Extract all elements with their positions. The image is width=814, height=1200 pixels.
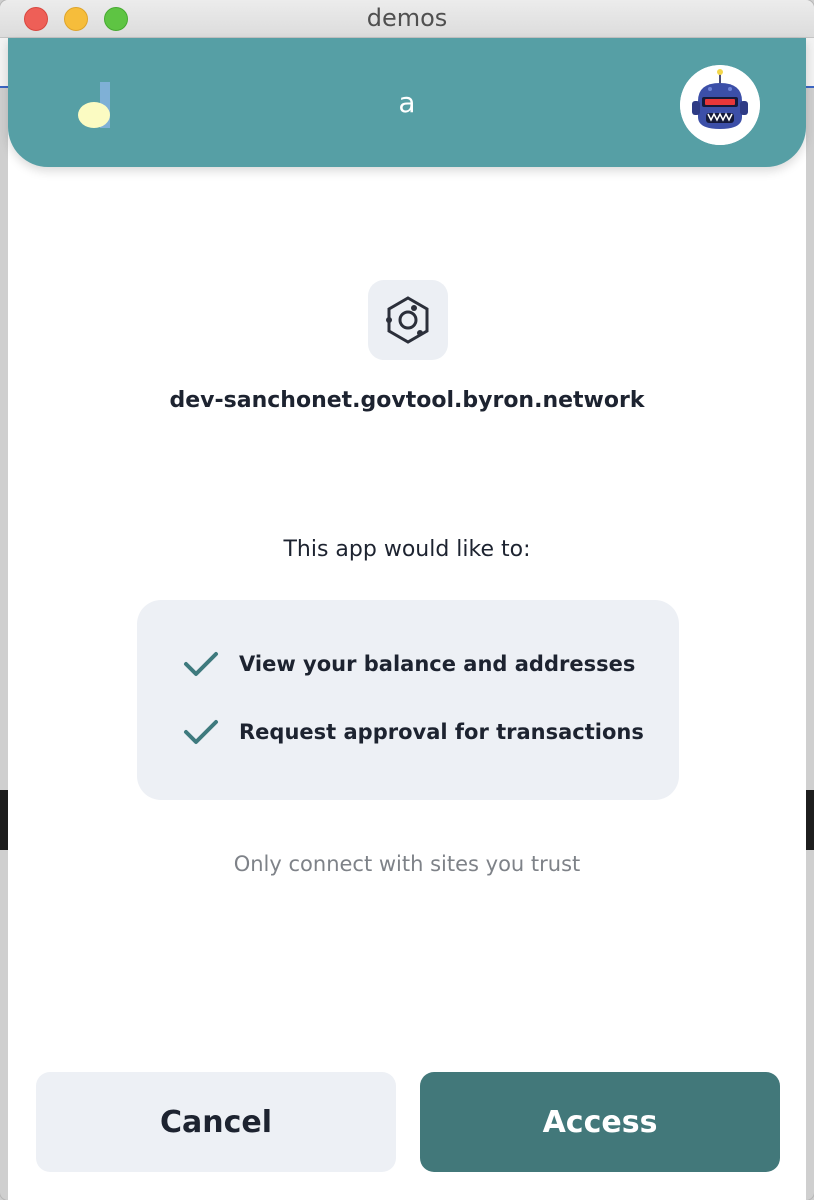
permission-heading: This app would like to: bbox=[283, 537, 531, 562]
site-domain: dev-sanchonet.govtool.byron.network bbox=[169, 388, 645, 413]
wallet-header: a bbox=[8, 38, 806, 167]
robot-avatar-icon[interactable] bbox=[680, 65, 760, 145]
check-icon bbox=[184, 720, 218, 744]
popup-window: demos a dev-sanchonet.govtool.byron.netw… bbox=[0, 0, 814, 1200]
permission-label: Request approval for transactions bbox=[239, 720, 644, 744]
window-titlebar[interactable]: demos bbox=[0, 0, 814, 38]
permission-label: View your balance and addresses bbox=[239, 652, 636, 676]
permission-item: View your balance and addresses bbox=[183, 644, 635, 684]
connect-dialog: a dev-sanchonet.govtool.byron.network Th… bbox=[8, 38, 806, 1200]
permission-list: View your balance and addresses Request … bbox=[137, 600, 679, 800]
cancel-button[interactable]: Cancel bbox=[36, 1072, 396, 1172]
check-icon bbox=[184, 652, 218, 676]
trust-warning: Only connect with sites you trust bbox=[233, 852, 581, 876]
permission-item: Request approval for transactions bbox=[183, 712, 644, 752]
access-button[interactable]: Access bbox=[420, 1072, 780, 1172]
dapp-hexagon-icon bbox=[368, 280, 448, 360]
window-title: demos bbox=[366, 4, 448, 32]
